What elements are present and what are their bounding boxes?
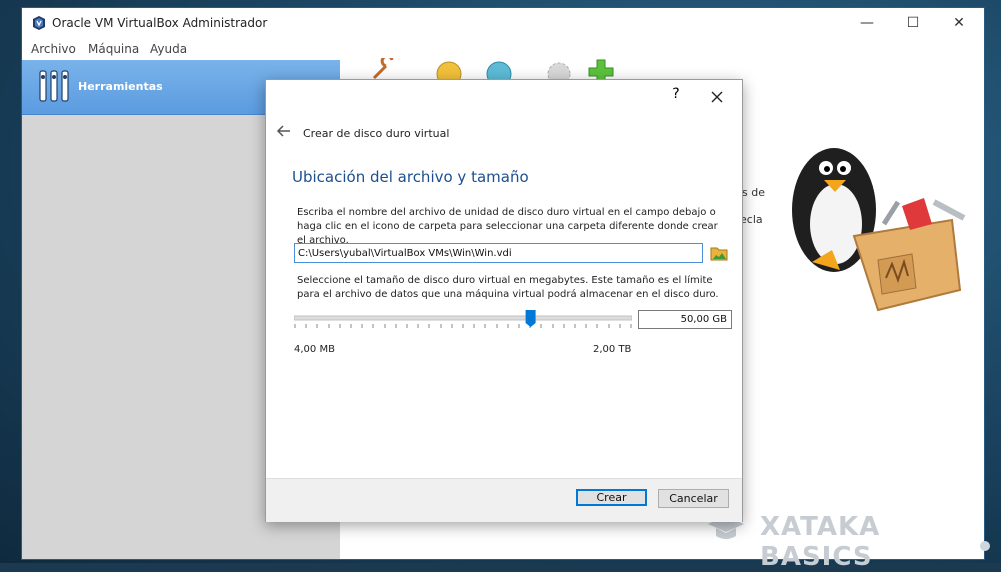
clipped-welcome-text-line: s de bbox=[742, 186, 765, 199]
create-button[interactable]: Crear bbox=[576, 489, 647, 506]
location-description: Escriba el nombre del archivo de unidad … bbox=[297, 207, 718, 246]
disk-size-slider[interactable] bbox=[294, 310, 632, 340]
new-machine-icon[interactable] bbox=[586, 58, 616, 80]
clipped-welcome-text-line: ecla bbox=[740, 213, 763, 226]
disk-size-input[interactable] bbox=[638, 310, 732, 329]
slider-min-label: 4,00 MB bbox=[294, 344, 335, 355]
menu-maquina[interactable]: Máquina bbox=[88, 42, 139, 56]
maximize-button[interactable]: ☐ bbox=[890, 8, 936, 38]
menu-ayuda[interactable]: Ayuda bbox=[150, 42, 187, 56]
slider-thumb[interactable] bbox=[525, 310, 536, 327]
menu-archivo[interactable]: Archivo bbox=[31, 42, 76, 56]
watermark-text: XATAKA BASICS bbox=[760, 512, 881, 572]
minimize-button[interactable]: — bbox=[844, 8, 890, 38]
menu-bar: Archivo Máquina Ayuda bbox=[22, 38, 984, 60]
close-window-button[interactable]: ✕ bbox=[936, 8, 982, 38]
title-bar: Oracle VM VirtualBox Administrador — ☐ ✕ bbox=[22, 8, 984, 38]
settings-gear-icon[interactable] bbox=[544, 58, 574, 80]
back-arrow-icon[interactable] bbox=[276, 124, 292, 138]
folder-browse-icon[interactable] bbox=[710, 244, 728, 262]
dialog-heading: Crear de disco duro virtual bbox=[303, 127, 450, 140]
slider-max-label: 2,00 TB bbox=[593, 344, 632, 355]
tools-label: Herramientas bbox=[78, 80, 163, 93]
size-description: Seleccione el tamaño de disco duro virtu… bbox=[297, 275, 719, 300]
close-dialog-icon[interactable] bbox=[704, 84, 730, 110]
cancel-button[interactable]: Cancelar bbox=[658, 489, 729, 508]
section-title: Ubicación del archivo y tamaño bbox=[292, 168, 529, 186]
create-virtual-disk-dialog: ? Crear de disco duro virtual Ubicación … bbox=[265, 79, 743, 522]
file-path-input[interactable] bbox=[294, 243, 703, 263]
window-title: Oracle VM VirtualBox Administrador bbox=[52, 16, 268, 30]
slider-ticks bbox=[294, 324, 632, 328]
dialog-footer: Crear Cancelar bbox=[266, 478, 742, 522]
preferences-wrench-icon[interactable] bbox=[368, 58, 398, 80]
export-appliance-icon[interactable] bbox=[484, 58, 514, 80]
import-appliance-icon[interactable] bbox=[434, 58, 464, 80]
tux-toolbox-illustration bbox=[792, 148, 966, 312]
virtualbox-app-icon bbox=[33, 16, 45, 30]
tools-icon bbox=[39, 70, 69, 102]
help-button[interactable]: ? bbox=[666, 86, 686, 102]
